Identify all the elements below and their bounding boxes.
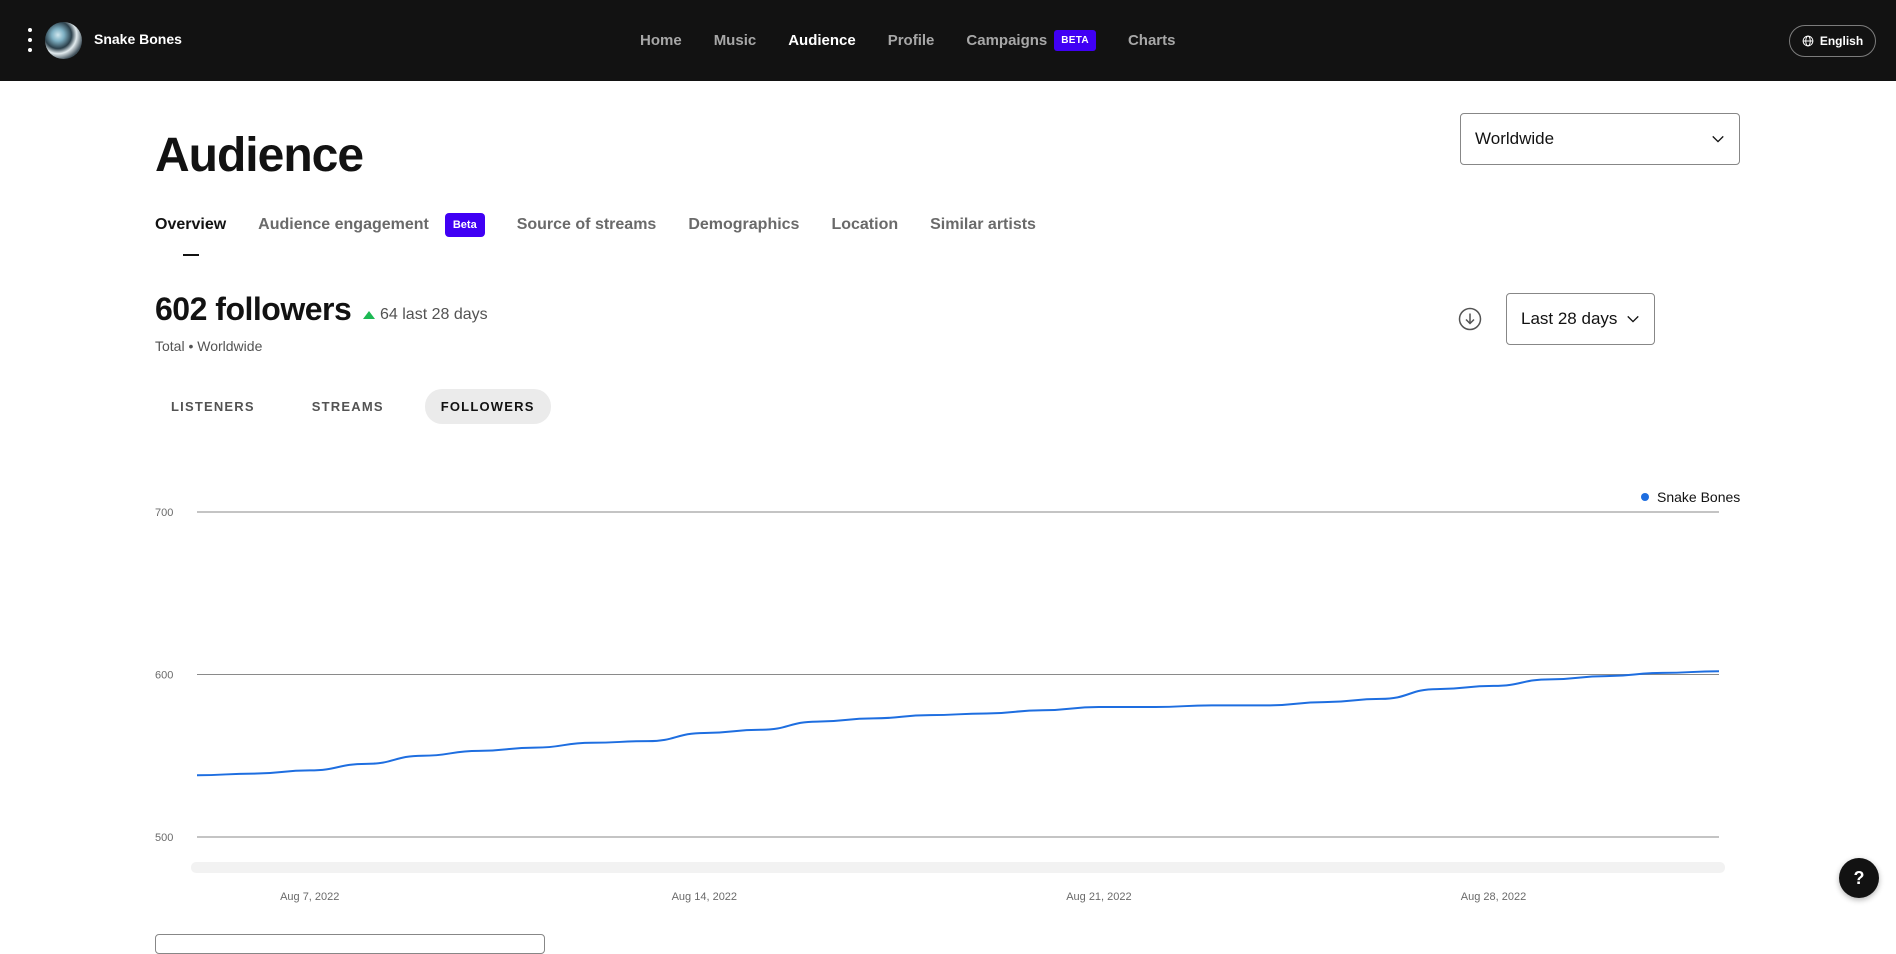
metric-tab-listeners[interactable]: LISTENERS [155, 389, 271, 424]
x-tick-label: Aug 7, 2022 [280, 891, 339, 903]
data-point [1154, 706, 1156, 708]
data-point [1323, 701, 1325, 703]
bottom-dropdown[interactable] [155, 934, 545, 954]
tab-overview[interactable]: Overview [155, 216, 227, 256]
data-point [1662, 672, 1664, 674]
nav-profile[interactable]: Profile [888, 32, 935, 49]
followers-delta: 64 last 28 days [363, 306, 488, 324]
nav-home-label: Home [640, 32, 682, 49]
globe-icon [1802, 35, 1814, 47]
nav-campaigns-label: Campaigns [966, 32, 1048, 49]
data-point [534, 747, 536, 749]
y-tick-label: 700 [155, 507, 173, 519]
chevron-down-icon [1712, 135, 1724, 143]
data-point [985, 713, 987, 715]
tab-demographics[interactable]: Demographics [688, 216, 799, 234]
metric-tab-streams[interactable]: STREAMS [296, 389, 400, 424]
data-point [1042, 709, 1044, 711]
nav-home[interactable]: Home [640, 32, 682, 49]
campaigns-beta-badge: BETA [1054, 30, 1096, 51]
metric-tab-followers[interactable]: FOLLOWERS [424, 389, 551, 424]
data-point [478, 750, 480, 752]
x-tick-label: Aug 21, 2022 [1066, 891, 1131, 903]
data-point [196, 774, 198, 776]
data-point [1493, 685, 1495, 687]
tab-audience-engagement[interactable]: Audience engagement Beta [258, 213, 485, 237]
nav-charts[interactable]: Charts [1128, 32, 1176, 49]
y-tick-label: 600 [155, 670, 173, 682]
data-point [760, 729, 762, 731]
audience-tabs: Overview Audience engagement Beta Source … [155, 213, 1068, 256]
nav-charts-label: Charts [1127, 32, 1176, 49]
trend-up-icon [363, 311, 375, 319]
artist-name[interactable]: Snake Bones [94, 31, 182, 47]
data-point [365, 763, 367, 765]
data-point [591, 742, 593, 744]
tab-similar-artists-label: Similar artists [930, 216, 1036, 233]
artist-avatar[interactable] [45, 22, 82, 59]
nav-audience-label: Audience [788, 32, 856, 49]
nav-music-label: Music [713, 32, 757, 49]
x-tick-label: Aug 14, 2022 [672, 891, 737, 903]
chevron-down-icon [1627, 315, 1639, 323]
stat-subtitle: Total • Worldwide [155, 338, 263, 354]
data-point [1605, 675, 1607, 677]
tab-source-of-streams-label: Source of streams [516, 216, 657, 233]
data-point [1436, 688, 1438, 690]
more-menu-icon[interactable] [26, 28, 34, 52]
data-point [1718, 670, 1720, 672]
followers-count: 602 followers [155, 291, 352, 327]
top-nav-bar: Snake Bones Home Music Audience Profile … [0, 0, 1896, 81]
language-label: English [1819, 34, 1864, 48]
data-point [872, 717, 874, 719]
nav-audience[interactable]: Audience [788, 32, 856, 49]
data-point [1267, 704, 1269, 706]
date-range-value: Last 28 days [1521, 309, 1618, 328]
tab-location-label: Location [831, 216, 899, 233]
data-point [1211, 704, 1213, 706]
nav-profile-label: Profile [887, 32, 935, 49]
data-point [1380, 698, 1382, 700]
date-range-dropdown[interactable]: Last 28 days [1506, 293, 1655, 345]
x-tick-label: Aug 28, 2022 [1461, 891, 1526, 903]
tab-demographics-label: Demographics [688, 216, 800, 233]
data-point [309, 769, 311, 771]
tab-audience-engagement-label: Audience engagement [258, 216, 429, 233]
data-point [703, 732, 705, 734]
data-point [816, 721, 818, 723]
download-icon[interactable] [1458, 307, 1482, 331]
nav-music[interactable]: Music [714, 32, 757, 49]
data-point [252, 773, 254, 775]
data-point [1098, 706, 1100, 708]
data-point [421, 755, 423, 757]
metric-tabs: LISTENERS STREAMS FOLLOWERS [155, 389, 551, 424]
tab-similar-artists[interactable]: Similar artists [930, 216, 1036, 234]
help-button[interactable]: ? [1839, 858, 1879, 898]
data-point [1549, 678, 1551, 680]
nav-campaigns[interactable]: Campaigns BETA [966, 30, 1096, 51]
tab-overview-label: Overview [155, 216, 227, 233]
region-value: Worldwide [1475, 129, 1555, 148]
followers-line-chart: 700 600 500 Aug 7, 2022 Aug 14, 2022 Aug 21, … [155, 507, 1725, 903]
data-point [929, 714, 931, 716]
main-nav: Home Music Audience Profile Campaigns BET… [640, 0, 1207, 81]
tab-location[interactable]: Location [831, 216, 898, 234]
y-tick-label: 500 [155, 832, 173, 844]
page-title: Audience [155, 129, 364, 182]
data-point [647, 740, 649, 742]
tab-source-of-streams[interactable]: Source of streams [517, 216, 657, 234]
delta-text: 64 last 28 days [380, 306, 488, 323]
region-dropdown[interactable]: Worldwide [1460, 113, 1740, 165]
engagement-beta-badge: Beta [444, 213, 485, 237]
range-scrubber [191, 862, 1725, 873]
language-button[interactable]: English [1789, 25, 1876, 57]
series-line [196, 670, 1720, 777]
